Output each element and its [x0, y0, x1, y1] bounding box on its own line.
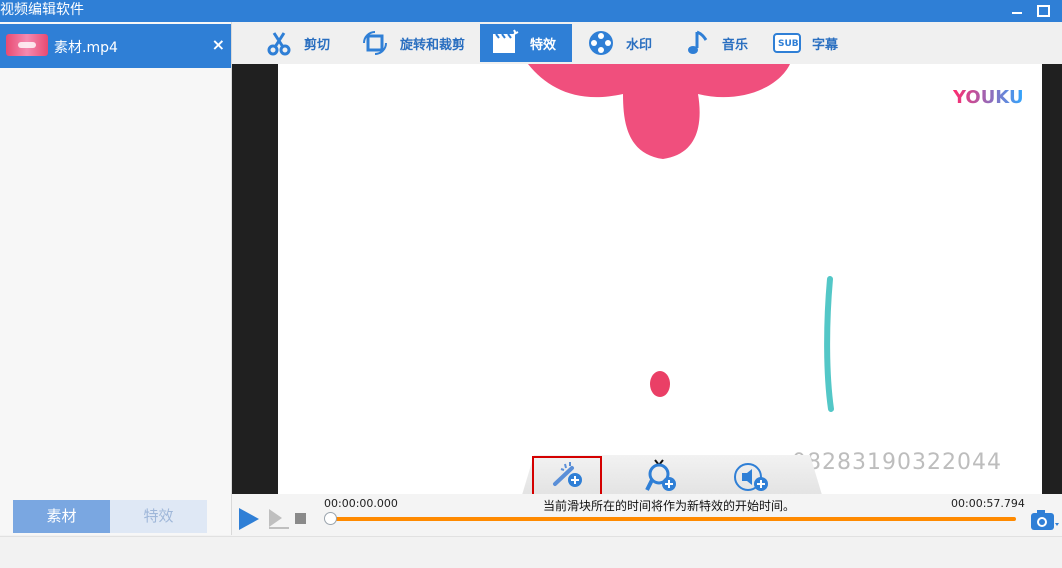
- left-tabs: 素材 特效: [13, 500, 208, 533]
- music-note-icon: [682, 28, 712, 58]
- toolbar-music-label: 音乐: [722, 37, 749, 53]
- collapse-chevron-icon[interactable]: [654, 452, 664, 467]
- scissors-icon: [264, 28, 294, 58]
- rotate-crop-icon: [360, 28, 390, 58]
- left-panel: 素材.mp4 × 素材 特效: [0, 22, 232, 535]
- timeline-knob[interactable]: [324, 512, 337, 525]
- camera-icon: [1031, 510, 1059, 530]
- video-thumbnail: [6, 34, 48, 56]
- edit-toolbar: 剪切 旋转和裁剪 特效 水印 音乐 SUB 字幕: [232, 22, 1062, 65]
- video-frame: [278, 64, 1042, 494]
- toolbar-watermark-button[interactable]: 水印: [586, 24, 652, 62]
- toolbar-rotate-crop-label: 旋转和裁剪: [400, 37, 466, 53]
- media-file-item[interactable]: 素材.mp4 ×: [0, 24, 231, 68]
- effects-hint-text: 当前滑块所在的时间将作为新特效的开始时间。: [543, 499, 796, 513]
- teal-stick-shape: [824, 276, 834, 412]
- overlay-number: 08283190322044: [792, 450, 1002, 475]
- play-button[interactable]: [239, 508, 259, 530]
- title-bar: 视频编辑软件: [0, 0, 1062, 22]
- flower-shape: [528, 64, 790, 159]
- subtitle-icon: SUB: [772, 28, 802, 58]
- toolbar-music-button[interactable]: 音乐: [682, 24, 748, 62]
- balloon-shape: [650, 371, 670, 397]
- speaker-add-icon: [734, 463, 768, 491]
- toolbar-cut-button[interactable]: 剪切: [264, 24, 330, 62]
- current-time: 00:00:00.000: [324, 497, 398, 510]
- youku-logo: YOUKU: [953, 87, 1024, 108]
- close-icon[interactable]: ×: [212, 35, 225, 54]
- svg-text:SUB: SUB: [778, 39, 799, 49]
- youku-logo-text: YOUKU: [953, 87, 1024, 108]
- clapperboard-icon: [490, 28, 520, 58]
- media-file-name: 素材.mp4: [54, 40, 118, 56]
- zoom-add-icon: [645, 463, 676, 491]
- zoom-effect-button[interactable]: [644, 462, 680, 494]
- toolbar-effects-button[interactable]: 特效: [480, 24, 572, 62]
- toolbar-subtitle-label: 字幕: [812, 37, 839, 53]
- window-title: 视频编辑软件: [0, 2, 84, 18]
- toolbar-rotate-crop-button[interactable]: 旋转和裁剪: [360, 24, 465, 62]
- snapshot-button[interactable]: [1030, 507, 1060, 533]
- total-time: 00:00:57.794: [951, 497, 1025, 510]
- toolbar-cut-label: 剪切: [304, 37, 331, 53]
- maximize-button[interactable]: [1034, 2, 1052, 18]
- stop-button[interactable]: [295, 513, 306, 524]
- audio-effect-button[interactable]: [732, 462, 770, 494]
- toolbar-watermark-label: 水印: [626, 37, 653, 53]
- minimize-button[interactable]: [1008, 2, 1026, 18]
- toolbar-effects-label: 特效: [530, 37, 557, 53]
- tab-material[interactable]: 素材: [13, 500, 110, 533]
- tab-effects[interactable]: 特效: [110, 500, 207, 533]
- next-frame-button[interactable]: [267, 506, 289, 530]
- status-bar: [0, 536, 1062, 568]
- film-reel-icon: [586, 28, 616, 58]
- timeline-slider[interactable]: [330, 517, 1016, 521]
- toolbar-subtitle-button[interactable]: SUB 字幕: [772, 24, 838, 62]
